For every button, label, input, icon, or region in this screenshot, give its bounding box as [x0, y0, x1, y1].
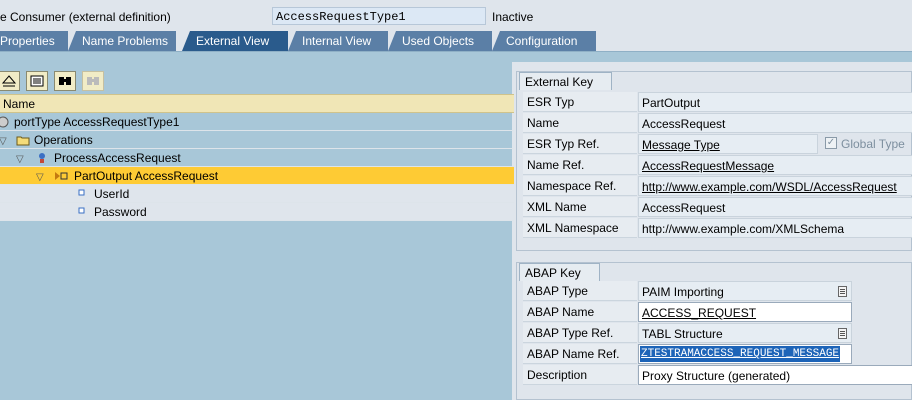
field-label: Namespace Ref. — [523, 176, 637, 196]
field-value: http://www.example.com/XMLSchema — [638, 218, 912, 238]
tree-row[interactable]: portType AccessRequestType1 — [0, 113, 514, 131]
field-value: PartOutput — [638, 92, 912, 112]
object-type-label: e Consumer (external definition) — [0, 10, 171, 24]
field-label: XML Namespace — [523, 218, 637, 238]
details-icon[interactable] — [26, 71, 48, 91]
value-help-icon[interactable] — [838, 328, 847, 339]
abap-key-title: ABAP Key — [519, 263, 600, 281]
tree-row-label: ProcessAccessRequest — [54, 151, 181, 165]
field-label: ABAP Type Ref. — [523, 323, 637, 343]
field-xml-name: XML Name AccessRequest — [523, 197, 912, 218]
field-label: ABAP Name Ref. — [523, 344, 637, 364]
folder-icon — [16, 134, 30, 146]
field-description: Description Proxy Structure (generated) — [523, 365, 912, 386]
global-type-checkbox[interactable]: ✓ — [825, 137, 837, 149]
field-name-ref: Name Ref. AccessRequestMessage — [523, 155, 912, 176]
field-value: AccessRequest — [638, 113, 912, 133]
field-value: AccessRequest — [638, 197, 912, 217]
field-label: ESR Typ Ref. — [523, 134, 637, 154]
abap-name-ref-input[interactable]: ZTESTRAMACCESS_REQUEST_MESSAGE — [638, 344, 852, 364]
value-help-icon[interactable] — [838, 286, 847, 297]
field-esr-typ-ref: ESR Typ Ref. Message Type ✓ Global Type — [523, 134, 912, 155]
part-icon — [54, 170, 68, 182]
description-input[interactable]: Proxy Structure (generated) — [638, 365, 912, 385]
field-label: ABAP Name — [523, 302, 637, 322]
selected-text: ZTESTRAMACCESS_REQUEST_MESSAGE — [640, 346, 841, 362]
collapse-all-icon[interactable] — [0, 71, 20, 91]
tree-row[interactable]: ▽ ProcessAccessRequest — [0, 149, 514, 167]
find-next-icon[interactable] — [82, 71, 104, 91]
tree-row[interactable]: ▽ Operations — [0, 131, 514, 149]
tree-row-label: Password — [94, 205, 147, 219]
abap-type-ref-value: TABL Structure — [642, 327, 723, 341]
tree-row-selected[interactable]: ▽ PartOutput AccessRequest — [0, 167, 514, 185]
find-icon[interactable] — [54, 71, 76, 91]
abap-name-input[interactable]: ACCESS_REQUEST — [638, 302, 852, 322]
tree-row[interactable]: UserId — [0, 185, 514, 203]
field-value: TABL Structure — [638, 323, 852, 343]
external-key-panel: External Key ESR Typ PartOutput Name Acc… — [516, 71, 912, 251]
field-label: Description — [523, 365, 637, 385]
status-text: Inactive — [492, 10, 534, 24]
element-icon — [76, 188, 88, 200]
field-abap-type: ABAP Type PAIM Importing — [523, 281, 912, 302]
operation-icon — [36, 152, 48, 164]
tab-internal-view[interactable]: Internal View — [288, 31, 388, 51]
tab-name-problems[interactable]: Name Problems — [68, 31, 176, 51]
object-name-field[interactable]: AccessRequestType1 — [272, 7, 486, 25]
field-esr-typ: ESR Typ PartOutput — [523, 92, 912, 113]
abap-key-panel: ABAP Key ABAP Type PAIM Importing ABAP N… — [516, 262, 912, 400]
tree-row-label: Operations — [34, 133, 93, 147]
tab-strip: Properties Name Problems External View I… — [0, 31, 912, 51]
esr-typ-ref-link[interactable]: Message Type — [638, 134, 818, 154]
tab-used-objects[interactable]: Used Objects — [388, 31, 492, 51]
field-label: Name Ref. — [523, 155, 637, 175]
field-label: ESR Typ — [523, 92, 637, 112]
field-label: Name — [523, 113, 637, 133]
tree-column-header[interactable]: Name — [0, 94, 514, 113]
external-key-title: External Key — [519, 72, 613, 90]
abap-type-value: PAIM Importing — [642, 285, 724, 299]
tab-external-view[interactable]: External View — [182, 31, 288, 51]
field-abap-name-ref: ABAP Name Ref. ZTESTRAMACCESS_REQUEST_ME… — [523, 344, 912, 365]
global-type-label: Global Type — [841, 137, 905, 151]
tab-properties[interactable]: Properties — [0, 31, 68, 51]
tree-row-label: portType AccessRequestType1 — [14, 115, 180, 129]
field-xml-namespace: XML Namespace http://www.example.com/XML… — [523, 218, 912, 239]
field-name: Name AccessRequest — [523, 113, 912, 134]
field-abap-name: ABAP Name ACCESS_REQUEST — [523, 302, 912, 323]
field-abap-type-ref: ABAP Type Ref. TABL Structure — [523, 323, 912, 344]
namespace-ref-link[interactable]: http://www.example.com/WSDL/AccessReques… — [638, 176, 912, 196]
tree-row-label: PartOutput AccessRequest — [74, 169, 219, 183]
name-ref-link[interactable]: AccessRequestMessage — [638, 155, 912, 175]
field-label: ABAP Type — [523, 281, 637, 301]
tree-row-label: UserId — [94, 187, 130, 201]
field-namespace-ref: Namespace Ref. http://www.example.com/WS… — [523, 176, 912, 197]
field-value: PAIM Importing — [638, 281, 852, 301]
element-icon — [76, 206, 88, 218]
porttype-icon — [0, 116, 9, 128]
field-label: XML Name — [523, 197, 637, 217]
tab-configuration[interactable]: Configuration — [492, 31, 596, 51]
tree-row[interactable]: Password — [0, 203, 514, 221]
